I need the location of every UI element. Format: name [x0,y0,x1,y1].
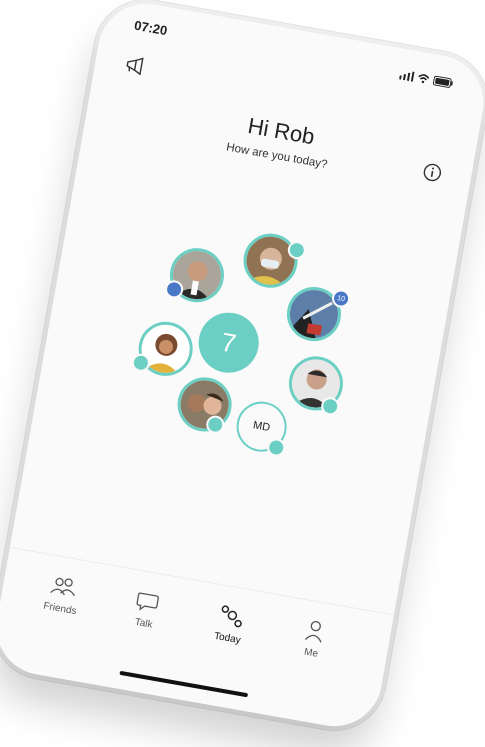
tab-me[interactable]: Me [281,613,347,664]
tab-friends[interactable]: Friends [29,569,95,620]
friend-badge [265,437,287,458]
center-count[interactable]: 7 [193,307,264,378]
friend-avatar[interactable] [239,229,302,293]
tab-talk[interactable]: Talk [113,584,179,635]
friend-badge-count: 10 [336,294,346,303]
friend-avatar[interactable] [173,373,236,436]
stage: 07:20 Hi Rob How are you today? 7 10 MD … [0,0,485,747]
phone-screen: 07:20 Hi Rob How are you today? 7 10 MD … [0,0,485,734]
tab-today[interactable]: Today [197,598,263,649]
home-indicator[interactable] [119,670,249,698]
